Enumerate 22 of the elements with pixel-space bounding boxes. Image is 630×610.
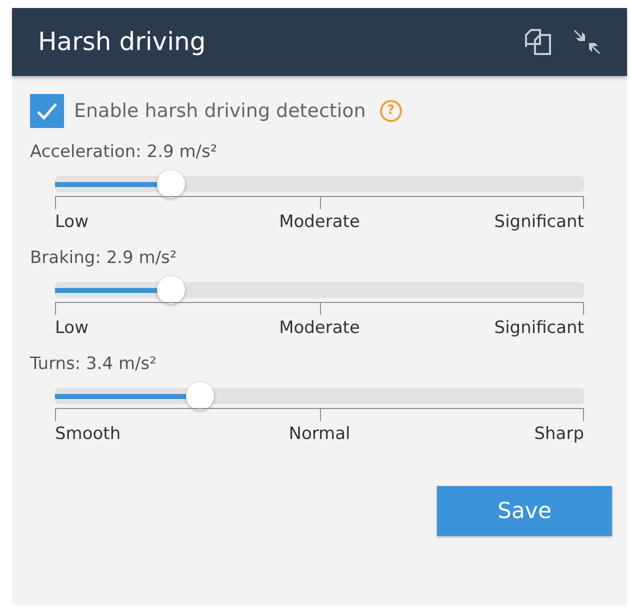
scale-label: Low <box>55 211 88 234</box>
help-icon[interactable]: ? <box>380 100 402 122</box>
collapse-icon[interactable] <box>573 28 601 56</box>
check-icon <box>36 102 58 120</box>
scale-label: Significant <box>494 211 584 234</box>
slider-thumb[interactable] <box>157 276 186 304</box>
scale-label: Sharp <box>534 423 584 446</box>
slider-thumb[interactable] <box>186 382 214 410</box>
scale-label: Moderate <box>279 211 360 234</box>
save-button[interactable]: Save <box>437 486 612 536</box>
scale-label: Smooth <box>55 423 121 446</box>
slider-label: Acceleration: 2.9 m/s² <box>30 141 218 164</box>
scale-label: Moderate <box>279 317 360 340</box>
checkbox-label: Enable harsh driving detection <box>74 98 366 124</box>
slider-thumb[interactable] <box>157 170 186 198</box>
scale-label: Normal <box>288 423 350 446</box>
window-title: Harsh driving <box>38 26 207 58</box>
slider-label: Braking: 2.9 m/s² <box>30 247 178 270</box>
slider-label: Turns: 3.4 m/s² <box>30 353 158 376</box>
scale-label: Significant <box>494 317 584 340</box>
checkbox[interactable] <box>30 94 64 128</box>
scale-label: Low <box>55 317 88 340</box>
